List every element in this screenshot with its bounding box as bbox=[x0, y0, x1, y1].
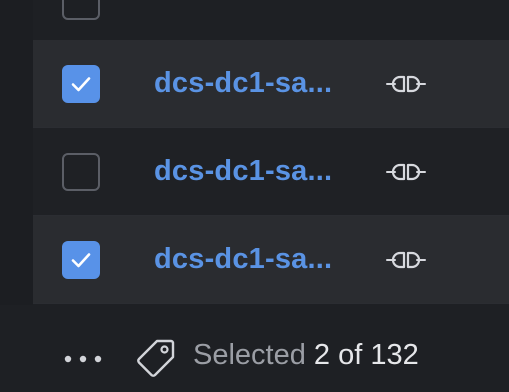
table-row[interactable]: dcs-dc1-sa... bbox=[33, 40, 509, 128]
link-chain-icon bbox=[386, 75, 426, 92]
row-name-link[interactable]: dcs-dc1-sa... bbox=[154, 67, 332, 100]
checkmark-icon bbox=[71, 76, 91, 91]
row-name-link[interactable]: dcs-dc1-sa... bbox=[154, 243, 332, 276]
link-chain-icon bbox=[386, 163, 426, 180]
row-checkbox[interactable] bbox=[62, 152, 100, 191]
selection-count: Selected 2 of 132 bbox=[193, 339, 419, 372]
row-name-link[interactable]: dcs-dc1-sa... bbox=[154, 155, 332, 188]
selection-footer: Selected 2 of 132 bbox=[0, 305, 509, 392]
table-row-partial[interactable] bbox=[33, 0, 509, 41]
tag-icon[interactable] bbox=[135, 337, 177, 379]
more-horizontal-icon[interactable] bbox=[64, 355, 102, 363]
selected-label: Selected bbox=[193, 339, 306, 371]
checkmark-icon bbox=[71, 252, 91, 267]
link-chain-icon bbox=[386, 251, 426, 268]
selected-count-value: 2 of 132 bbox=[313, 339, 419, 371]
table-row[interactable]: dcs-dc1-sa... bbox=[33, 216, 509, 304]
row-checkbox[interactable] bbox=[62, 0, 100, 20]
selection-panel: dcs-dc1-sa... dcs-dc1-sa... dcs-dc1-sa..… bbox=[0, 0, 509, 392]
row-checkbox-checked[interactable] bbox=[62, 64, 100, 103]
row-checkbox-checked[interactable] bbox=[62, 240, 100, 279]
table-row[interactable]: dcs-dc1-sa... bbox=[33, 128, 509, 216]
